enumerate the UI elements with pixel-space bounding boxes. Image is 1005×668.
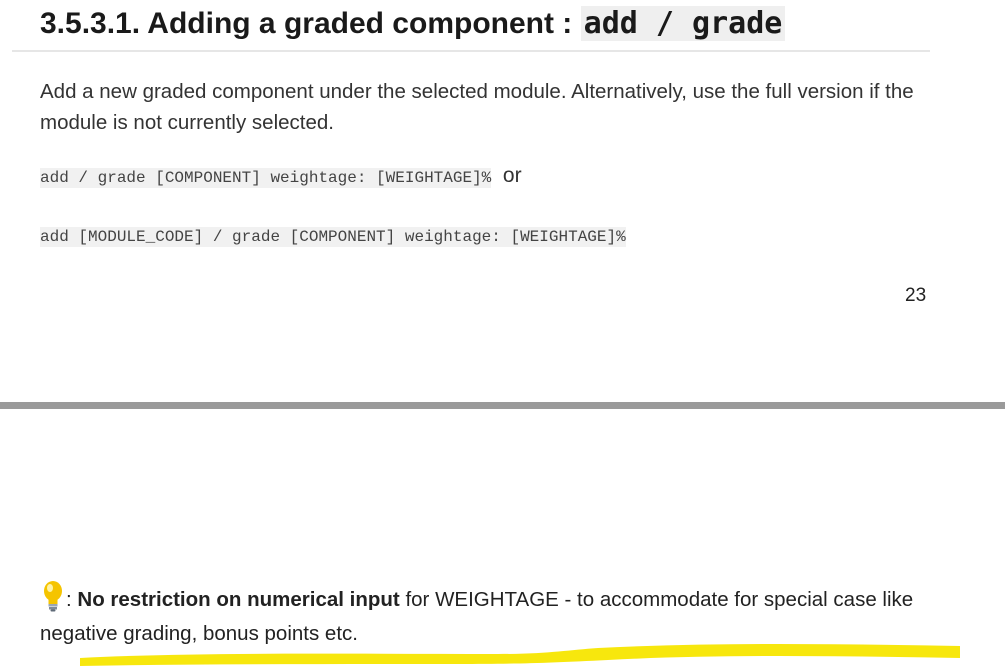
heading-underline [12, 50, 930, 52]
section-heading: 3.5.3.1. Adding a graded component : add… [40, 3, 786, 45]
tip-bold-text: No restriction on numerical input [77, 588, 400, 611]
command-full-form: add [MODULE_CODE] / grade [COMPONENT] we… [40, 227, 626, 247]
page-number: 23 [905, 285, 927, 306]
command-full-line: add [MODULE_CODE] / grade [COMPONENT] we… [40, 226, 626, 248]
tip-prefix: : [66, 588, 78, 611]
section-description: Add a new graded component under the sel… [40, 80, 914, 134]
command-separator: or [502, 164, 522, 187]
command-short-form: add / grade [COMPONENT] weightage: [WEIG… [40, 168, 492, 188]
lightbulb-icon [40, 580, 66, 612]
command-short-line: add / grade [COMPONENT] weightage: [WEIG… [40, 165, 522, 189]
section-heading-command: add / grade [580, 6, 786, 41]
section-heading-text: 3.5.3.1. Adding a graded component : [40, 7, 581, 40]
document-page: 3.5.3.1. Adding a graded component : add… [0, 0, 1005, 402]
page-divider [0, 402, 1005, 409]
highlight-marker-stroke [80, 644, 960, 666]
